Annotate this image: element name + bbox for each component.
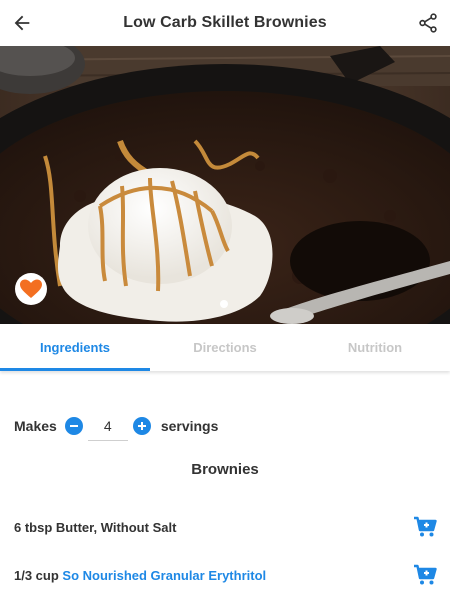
ingredient-row: 1/3 cup So Nourished Granular Erythritol (14, 560, 438, 590)
ingredient-amount: 1/3 cup (14, 567, 59, 583)
makes-label: Makes (14, 418, 57, 434)
brownie-skillet-image (0, 46, 450, 324)
top-app-bar: Low Carb Skillet Brownies (0, 0, 450, 46)
share-icon (419, 13, 437, 33)
heart-icon (15, 273, 47, 305)
increase-servings-button[interactable] (132, 417, 151, 435)
recipe-screen: Low Carb Skillet Brownies Ingredients Di… (0, 0, 450, 591)
tab-ingredients[interactable]: Ingredients (0, 324, 150, 371)
share-button[interactable] (416, 11, 440, 35)
tab-nutrition[interactable]: Nutrition (300, 324, 450, 371)
plus-icon (137, 422, 146, 430)
servings-quantity-field[interactable]: 4 (87, 411, 128, 441)
add-to-cart-button[interactable] (412, 514, 438, 540)
cart-plus-icon (414, 564, 437, 585)
servings-unit-label: servings (160, 418, 219, 434)
recipe-tabs: Ingredients Directions Nutrition (0, 324, 450, 371)
ingredient-product-link[interactable]: So Nourished Granular Erythritol (62, 568, 266, 583)
recipe-photo[interactable] (0, 46, 450, 324)
carousel-indicator (220, 300, 228, 308)
ingredient-row: 6 tbsp Butter, Without Salt (14, 512, 438, 542)
ingredient-name: Butter, Without Salt (55, 519, 177, 535)
tab-directions[interactable]: Directions (150, 324, 300, 371)
add-to-cart-button[interactable] (412, 562, 438, 588)
page-title: Low Carb Skillet Brownies (123, 14, 327, 31)
minus-icon (69, 425, 78, 427)
cart-plus-icon (414, 516, 437, 537)
servings-stepper: Makes 4 servings (14, 410, 218, 442)
decrease-servings-button[interactable] (64, 417, 83, 435)
arrow-back-icon (14, 15, 30, 31)
section-title: Brownies (191, 461, 259, 478)
ingredient-text: 6 tbsp Butter, Without Salt (14, 520, 176, 535)
ingredient-text: 1/3 cup So Nourished Granular Erythritol (14, 568, 266, 583)
ingredient-amount: 6 tbsp (14, 519, 53, 535)
back-button[interactable] (10, 11, 34, 35)
favorite-button[interactable] (14, 272, 48, 306)
